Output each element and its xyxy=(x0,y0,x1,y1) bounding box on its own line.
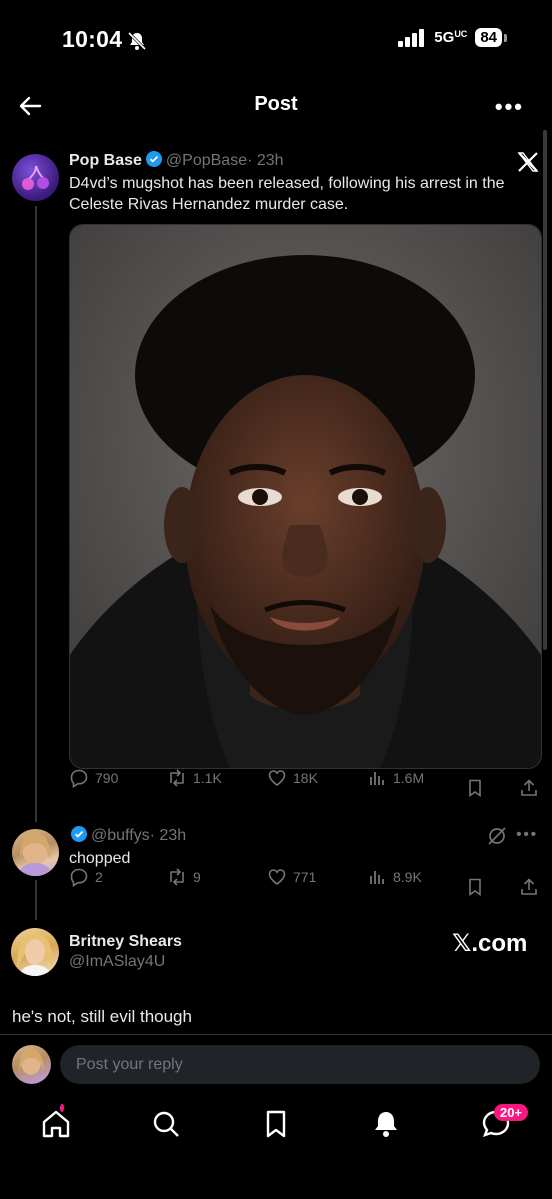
messages-badge: 20+ xyxy=(494,1104,529,1121)
reply-button[interactable]: 790 xyxy=(69,768,118,788)
cherry-logo-icon xyxy=(22,165,49,190)
heart-icon xyxy=(268,770,286,786)
more-options-icon[interactable]: ••• xyxy=(495,94,524,120)
avatar-photo xyxy=(17,934,53,976)
reply-count: 790 xyxy=(95,770,119,786)
repost-icon xyxy=(170,868,184,886)
repost-icon xyxy=(170,769,184,787)
home-notification-dot xyxy=(60,1104,64,1112)
tweet-time: · 23h xyxy=(247,152,284,169)
thread-line xyxy=(35,206,37,822)
repost-count: 9 xyxy=(193,869,201,885)
verified-badge-icon xyxy=(71,826,87,842)
reply-more-icon[interactable]: ••• xyxy=(516,826,538,843)
share-icon[interactable] xyxy=(519,778,539,798)
views-chart-icon xyxy=(370,871,384,884)
views-button[interactable]: 1.6M xyxy=(367,768,424,788)
grok-icon[interactable] xyxy=(487,826,507,846)
reply-text: chopped xyxy=(69,850,131,867)
network-type: 5GUC xyxy=(434,29,468,46)
author-handle[interactable]: @PopBase xyxy=(166,152,247,169)
reply-button[interactable]: 2 xyxy=(69,867,103,887)
signal-icon xyxy=(398,28,425,47)
bookmark-icon[interactable] xyxy=(465,778,485,798)
heart-icon xyxy=(268,869,286,885)
search-icon[interactable] xyxy=(150,1108,182,1140)
bottom-nav: 20+ xyxy=(0,1104,552,1144)
britney-avatar[interactable] xyxy=(11,928,59,976)
views-chart-icon xyxy=(370,772,384,785)
quoted-author-name[interactable]: Britney Shears xyxy=(69,933,182,951)
share-icon[interactable] xyxy=(519,877,539,897)
silent-bell-icon xyxy=(127,31,147,51)
scrollbar[interactable] xyxy=(543,130,547,650)
repost-button[interactable]: 9 xyxy=(167,867,201,887)
views-button[interactable]: 8.9K xyxy=(367,867,422,887)
avatar[interactable] xyxy=(12,154,59,201)
like-button[interactable]: 771 xyxy=(267,867,316,887)
reply-input[interactable]: Post your reply xyxy=(60,1045,540,1084)
reply-time: · 23h xyxy=(149,827,187,844)
x-logo-icon xyxy=(517,152,539,172)
reply-handle[interactable]: @buffys xyxy=(91,827,150,844)
bookmarks-icon[interactable] xyxy=(260,1108,292,1140)
like-count: 18K xyxy=(293,770,318,786)
reply-header: @buffys· 23h xyxy=(69,826,186,845)
page-title: Post xyxy=(254,93,298,115)
bookmark-icon[interactable] xyxy=(465,877,485,897)
xcom-watermark: 𝕏.com xyxy=(452,930,528,957)
my-avatar xyxy=(12,1045,51,1084)
view-count: 1.6M xyxy=(393,770,425,786)
avatar-photo xyxy=(19,1049,44,1075)
repost-count: 1.1K xyxy=(193,770,222,786)
reply-count: 2 xyxy=(95,869,103,885)
tweet-text: D4vd’s mugshot has been released, follow… xyxy=(69,175,505,213)
status-time: 10:04 xyxy=(62,26,123,52)
like-count: 771 xyxy=(293,869,317,885)
verified-badge-icon xyxy=(145,151,162,167)
quoted-text: he's not, still evil though xyxy=(12,1007,192,1026)
composer-divider xyxy=(0,1034,552,1035)
reply-avatar[interactable] xyxy=(12,829,59,876)
repost-button[interactable]: 1.1K xyxy=(167,768,222,788)
avatar-photo xyxy=(18,833,53,876)
battery-indicator: 84 xyxy=(475,28,507,47)
tweet-photo[interactable] xyxy=(69,224,542,769)
notifications-bell-icon[interactable] xyxy=(370,1108,402,1140)
comment-icon xyxy=(70,769,88,788)
comment-icon xyxy=(70,868,88,887)
quoted-author-handle[interactable]: @ImASlay4U xyxy=(69,953,165,971)
status-indicators: 5GUC 84 xyxy=(398,28,507,47)
home-icon[interactable] xyxy=(40,1108,72,1140)
thread-line-2 xyxy=(35,880,37,920)
view-count: 8.9K xyxy=(393,869,422,885)
mugshot-image xyxy=(70,225,541,768)
like-button[interactable]: 18K xyxy=(267,768,318,788)
tweet-header: Pop Base @PopBase· 23h xyxy=(69,151,284,170)
author-name[interactable]: Pop Base xyxy=(69,152,142,169)
